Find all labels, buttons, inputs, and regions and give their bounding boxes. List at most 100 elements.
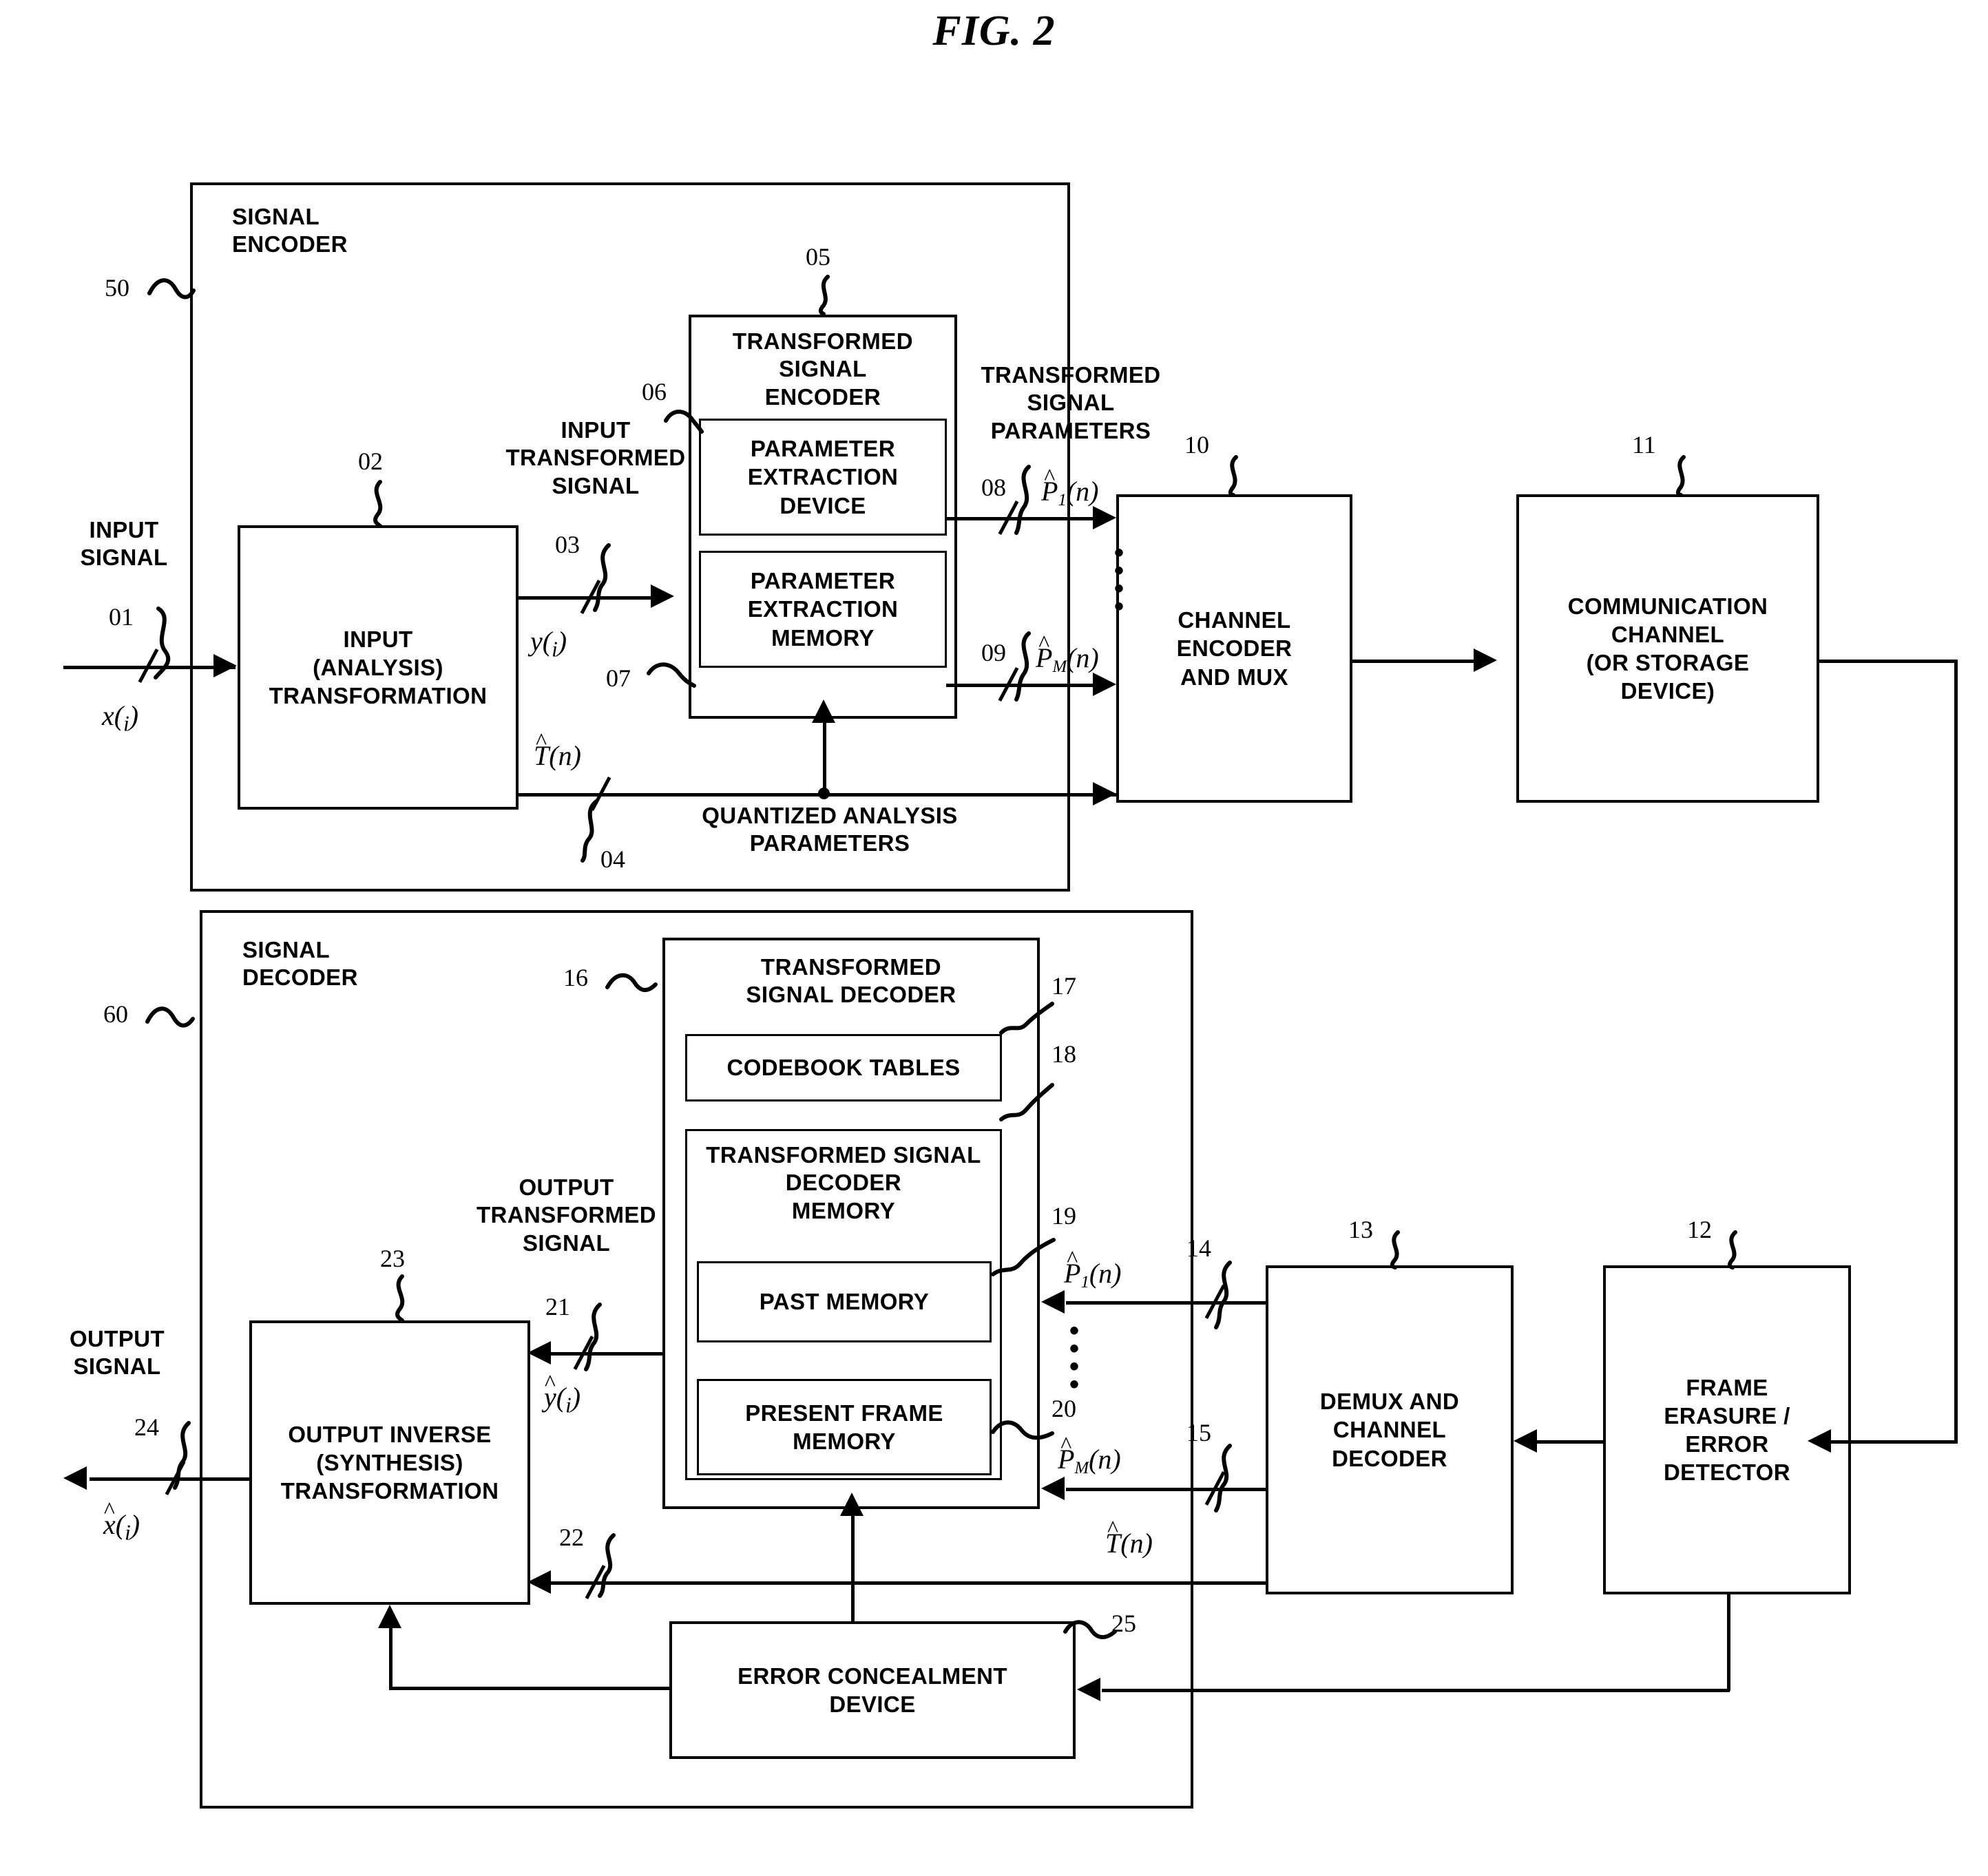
ref-06: 06 [642,378,667,405]
param-first-line [946,517,1105,520]
parameter-ellipsis-decoder: • • • • [1069,1316,1079,1400]
transformed-signal-parameters-label: TRANSFORMED SIGNAL PARAMETERS [981,362,1161,443]
leader-60 [145,1004,196,1034]
input-analysis-transformation-label: INPUT (ANALYSIS) TRANSFORMATION [269,626,488,709]
input-signal-variable: x(i) [102,700,139,736]
param-first-arrowhead [1093,506,1116,529]
leader-03 [591,543,622,613]
param-last-line [946,684,1105,687]
channel-right-rail [1954,660,1958,1442]
output-signal-line [90,1477,251,1481]
ref-09: 09 [981,639,1006,666]
signal-encoder-frame-label: SIGNAL ENCODER [232,204,348,257]
transformed-signal-decoder-label: TRANSFORMED SIGNAL DECODER [746,954,956,1008]
quantized-param-tap-line [823,716,826,793]
decoder-param-first-arrowhead [1041,1290,1065,1314]
ref-13: 13 [1348,1216,1373,1243]
ref-11: 11 [1632,431,1656,459]
ref-21: 21 [545,1293,570,1320]
leader-12 [1722,1230,1750,1269]
quantized-analysis-parameters-label: QUANTIZED ANALYSIS PARAMETERS [702,803,958,856]
parameter-extraction-device-label: PARAMETER EXTRACTION DEVICE [747,436,899,518]
ref-08: 08 [981,474,1006,501]
quantized-param-tap-arrowhead [812,699,835,723]
frame-erasure-error-detector-label: FRAME ERASURE / ERROR DETECTOR [1663,1374,1791,1486]
communication-channel-label: COMMUNICATION CHANNEL (OR STORAGE DEVICE… [1567,593,1768,704]
leader-19 [991,1236,1056,1278]
ref-16: 16 [563,964,588,991]
leader-25 [1063,1619,1117,1647]
concealment-to-inverse-arrowhead [378,1605,401,1628]
leader-05 [811,275,841,316]
output-transformed-variable: y ^ (i) [544,1371,581,1417]
signal-decoder-frame-label: SIGNAL DECODER [242,937,358,991]
leader-23 [387,1274,419,1322]
decoder-param-last-line [1066,1488,1266,1491]
quantized-param-arrowhead [1093,782,1116,805]
leader-15 [1212,1444,1244,1513]
leader-22 [596,1533,627,1598]
ref-24: 24 [134,1413,159,1441]
decoder-param-last-variable: P ^ M(n) [1058,1433,1121,1477]
concealment-to-inverse-line [389,1687,671,1690]
ref-17: 17 [1051,972,1076,1000]
leader-50 [147,275,196,306]
decoder-param-first-variable: P ^ 1(n) [1064,1247,1122,1292]
transformed-signal-encoder-label: TRANSFORMED SIGNAL ENCODER [732,328,914,410]
ref-19: 19 [1051,1202,1076,1230]
ref-03: 03 [555,531,580,558]
leader-17 [999,1000,1055,1037]
t-param-decoder-tap-arrowhead [840,1493,864,1516]
ref-23: 23 [380,1245,405,1272]
ref-05: 05 [806,243,830,271]
decoder-param-first-line [1066,1301,1266,1305]
leader-01 [150,606,183,682]
leader-20 [991,1420,1055,1447]
ref-22: 22 [559,1524,584,1551]
ref-50: 50 [105,274,129,302]
channel-out-line [1819,660,1957,663]
detector-to-demux-line [1537,1440,1604,1444]
detector-to-concealment-arrowhead [1077,1678,1100,1701]
t-param-decoder-arrowhead [527,1570,551,1594]
leader-13 [1384,1230,1413,1269]
leader-10 [1222,455,1251,497]
concealment-to-inverse-riser [389,1621,393,1687]
quantized-param-variable: T ^ (n) [534,729,581,771]
transformed-signal-decoder-memory-label: TRANSFORMED SIGNAL DECODER MEMORY [706,1142,981,1223]
ref-12: 12 [1687,1216,1712,1243]
ref-20: 20 [1051,1395,1076,1422]
ref-14: 14 [1186,1234,1211,1262]
t-param-decoder-variable: T ^ (n) [1105,1517,1153,1559]
detector-to-demux-arrowhead [1514,1429,1537,1453]
channel-encoder-mux-label: CHANNEL ENCODER AND MUX [1176,607,1293,690]
output-signal-variable: x ^ (i) [103,1498,140,1545]
param-first-variable: P ^ 1(n) [1041,465,1099,509]
ref-15: 15 [1186,1419,1211,1446]
ref-18: 18 [1051,1040,1076,1068]
patent-figure-page: FIG. 2 SIGNAL ENCODER 50 INPUT SIGNAL 01… [0,0,1988,1876]
param-last-variable: P ^ M(n) [1036,631,1099,676]
leader-02 [365,480,397,528]
parameter-extraction-memory-label: PARAMETER EXTRACTION MEMORY [747,568,899,651]
leader-18 [999,1081,1055,1124]
codebook-tables-label: CODEBOOK TABLES [726,1055,961,1081]
encoder-to-channel-line [1352,660,1480,663]
input-transformed-arrowhead [651,584,674,608]
leader-16 [605,971,658,1000]
concealment-to-decoder-riser [851,1534,855,1623]
param-last-arrowhead [1093,673,1116,696]
demux-channel-decoder-label: DEMUX AND CHANNEL DECODER [1319,1389,1460,1471]
ref-02: 02 [358,447,383,475]
output-signal-arrowhead [63,1466,87,1490]
encoder-to-channel-arrowhead [1474,649,1497,672]
ref-60: 60 [103,1000,128,1028]
output-signal-label: OUTPUT SIGNAL [69,1326,165,1380]
input-signal-label: INPUT SIGNAL [80,517,168,571]
leader-21 [582,1303,614,1372]
ref-01: 01 [109,603,134,631]
ref-04: 04 [600,845,625,873]
leader-07 [647,662,697,691]
output-transformed-signal-label: OUTPUT TRANSFORMED SIGNAL [476,1174,657,1256]
input-transformed-variable: y(i) [530,626,567,662]
